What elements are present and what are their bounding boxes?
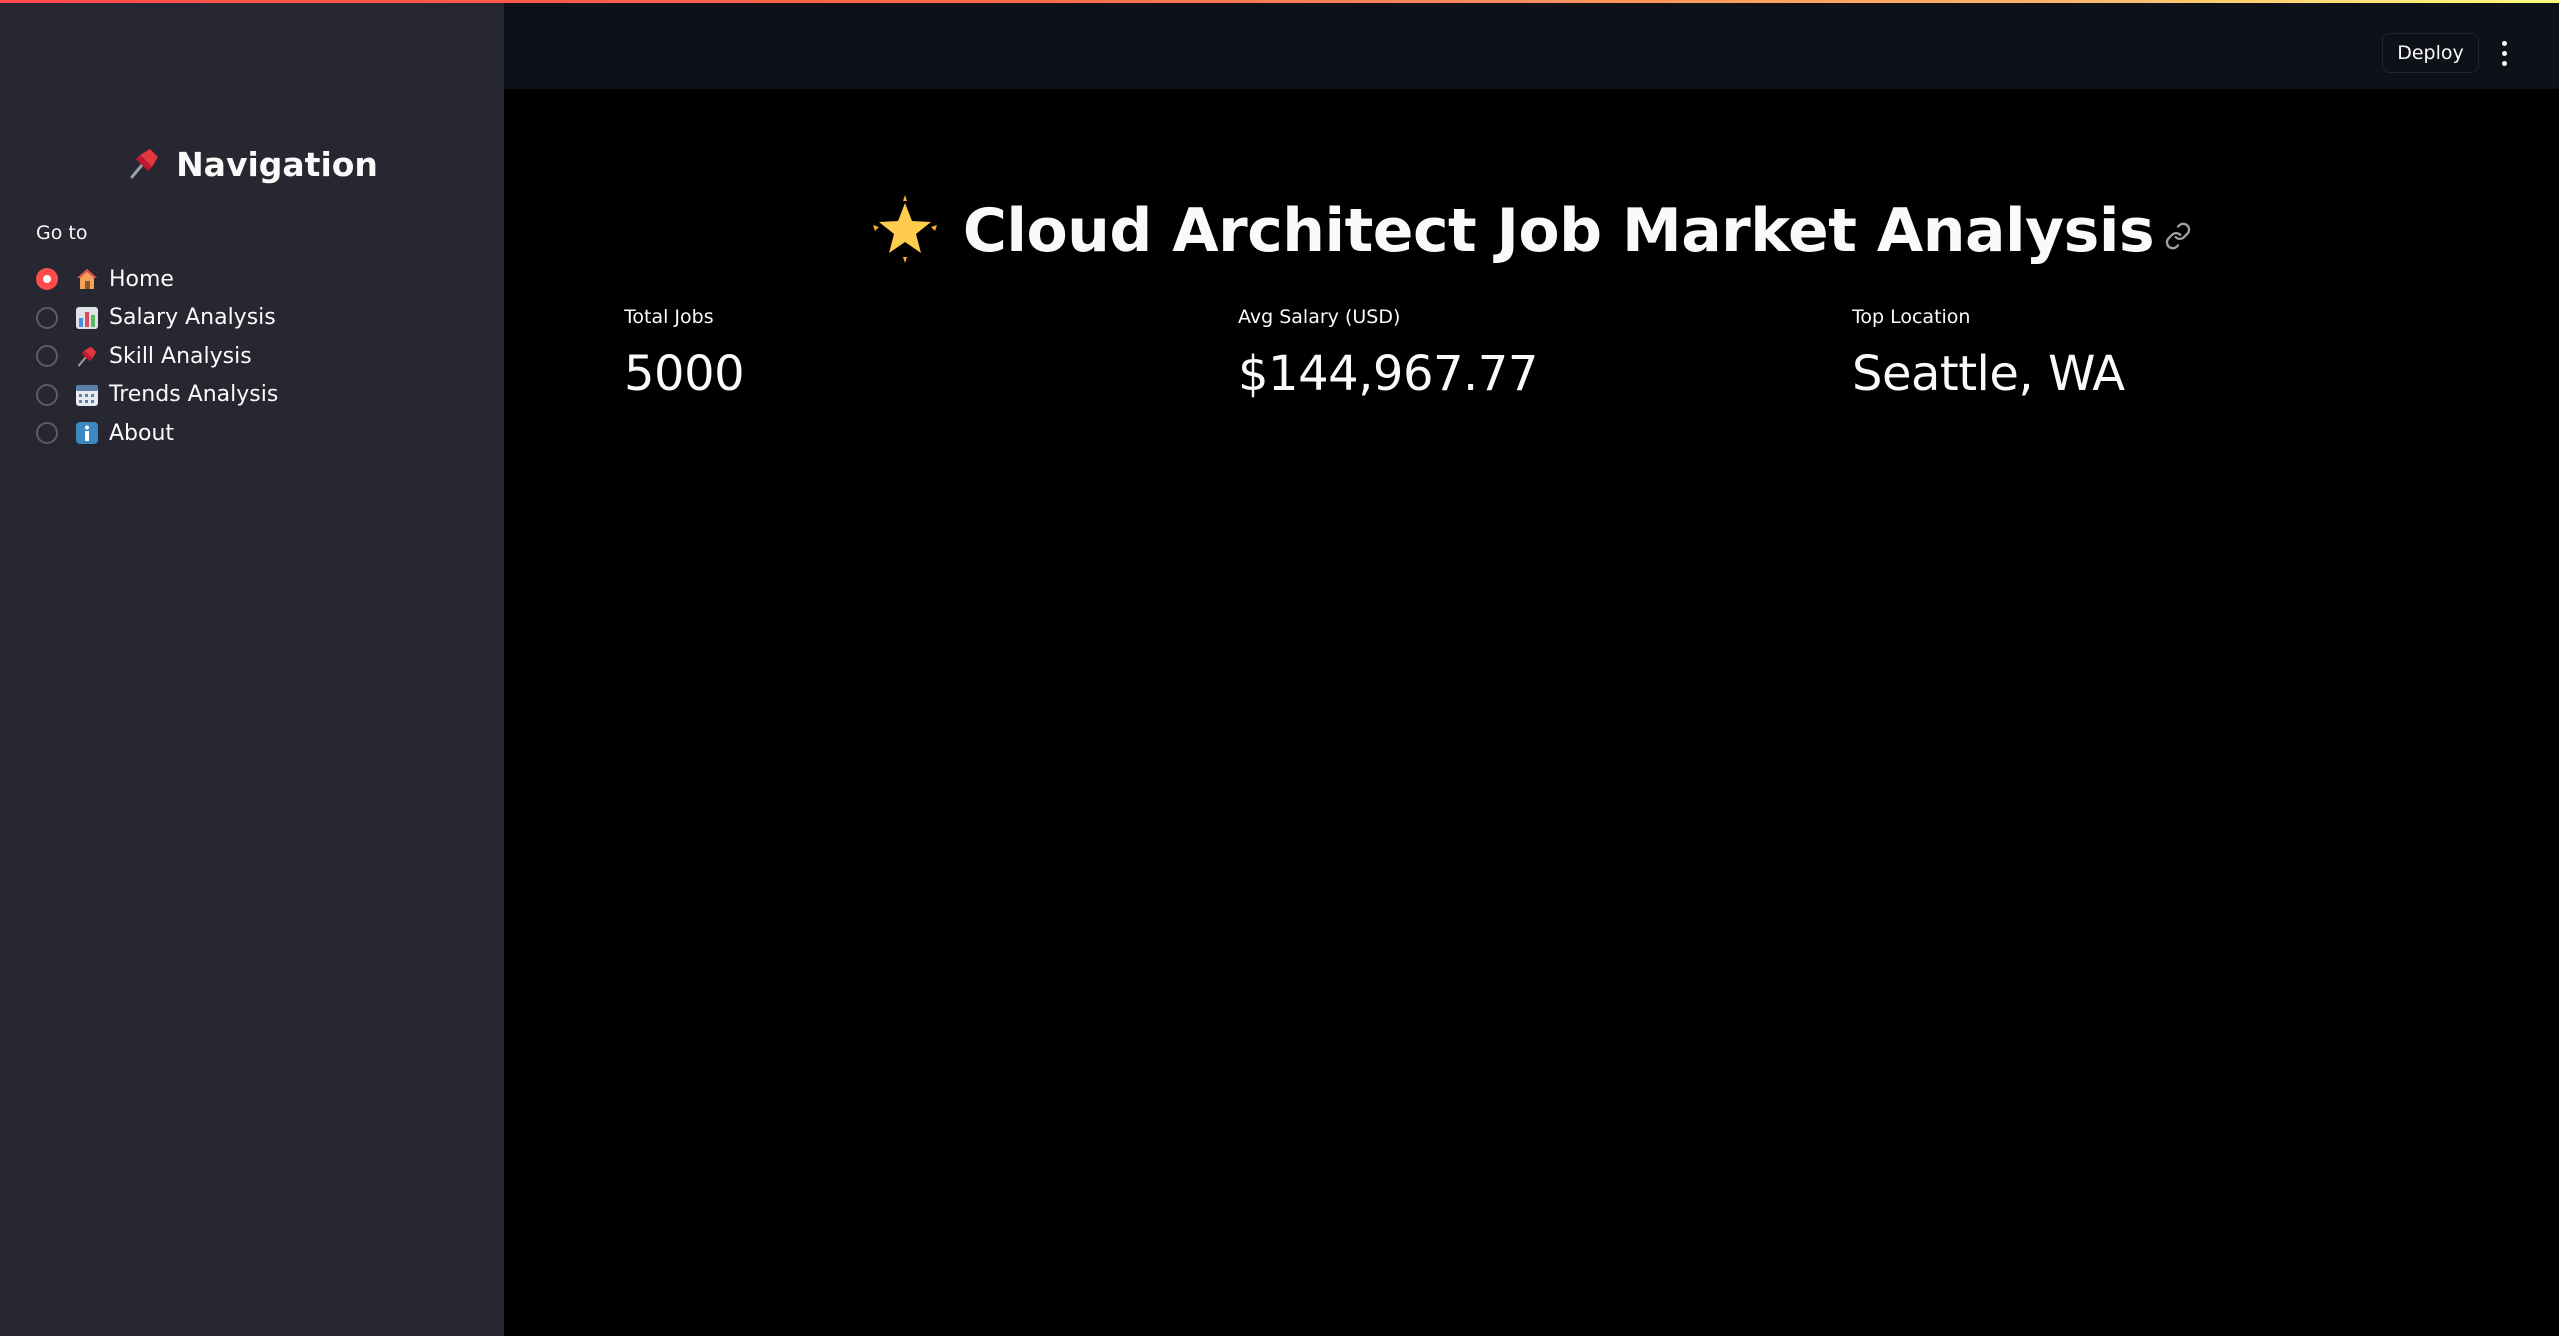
sidebar-title: Navigation xyxy=(0,145,504,184)
nav-label-home: Home xyxy=(109,266,174,292)
nav-radio-about[interactable]: About xyxy=(36,414,278,453)
sidebar-title-text: Navigation xyxy=(176,145,378,184)
link-icon[interactable] xyxy=(2154,208,2192,254)
metric-top-location: Top Location Seattle, WA xyxy=(1852,306,2125,402)
metric-value: 5000 xyxy=(624,346,745,402)
glowing-star-icon xyxy=(871,195,963,267)
house-icon xyxy=(75,267,99,291)
radio-button[interactable] xyxy=(36,383,58,406)
kebab-menu-icon[interactable] xyxy=(2488,33,2520,73)
metric-label: Total Jobs xyxy=(624,306,714,328)
bar-chart-icon xyxy=(75,306,99,330)
metric-total-jobs: Total Jobs 5000 xyxy=(624,306,745,402)
page-title-text: Cloud Architect Job Market Analysis xyxy=(962,196,2155,266)
deploy-button[interactable]: Deploy xyxy=(2382,33,2479,73)
nav-radio-salary-analysis[interactable]: Salary Analysis xyxy=(36,299,278,338)
radio-button-checked[interactable] xyxy=(36,268,58,291)
nav-radio-home[interactable]: Home xyxy=(36,260,278,299)
metric-value: $144,967.77 xyxy=(1238,346,1538,402)
nav-label-trends-analysis: Trends Analysis xyxy=(109,382,279,408)
metric-value: Seattle, WA xyxy=(1852,346,2125,402)
radio-button[interactable] xyxy=(36,345,58,368)
top-decoration-bar xyxy=(0,0,2559,3)
nav-radio-trends-analysis[interactable]: Trends Analysis xyxy=(36,376,278,415)
info-icon xyxy=(75,421,99,445)
metric-avg-salary: Avg Salary (USD) $144,967.77 xyxy=(1238,306,1538,402)
calendar-icon xyxy=(75,383,99,407)
navigation-radio-group: Home Salary Analysis Skill Analysis Tren… xyxy=(36,260,278,453)
radio-button[interactable] xyxy=(36,306,58,329)
pushpin-icon xyxy=(75,344,99,368)
app-header xyxy=(504,0,2559,89)
pushpin-icon xyxy=(126,145,162,184)
nav-label-skill-analysis: Skill Analysis xyxy=(109,343,252,369)
goto-label: Go to xyxy=(36,222,88,244)
metric-label: Avg Salary (USD) xyxy=(1238,306,1401,328)
radio-button[interactable] xyxy=(36,422,58,445)
metric-label: Top Location xyxy=(1852,306,1971,328)
nav-radio-skill-analysis[interactable]: Skill Analysis xyxy=(36,337,278,376)
page-title: Cloud Architect Job Market Analysis xyxy=(504,195,2559,267)
nav-label-about: About xyxy=(109,420,175,446)
nav-label-salary-analysis: Salary Analysis xyxy=(109,305,276,331)
sidebar: Navigation Go to Home Salary Analysis Sk… xyxy=(0,0,504,1336)
